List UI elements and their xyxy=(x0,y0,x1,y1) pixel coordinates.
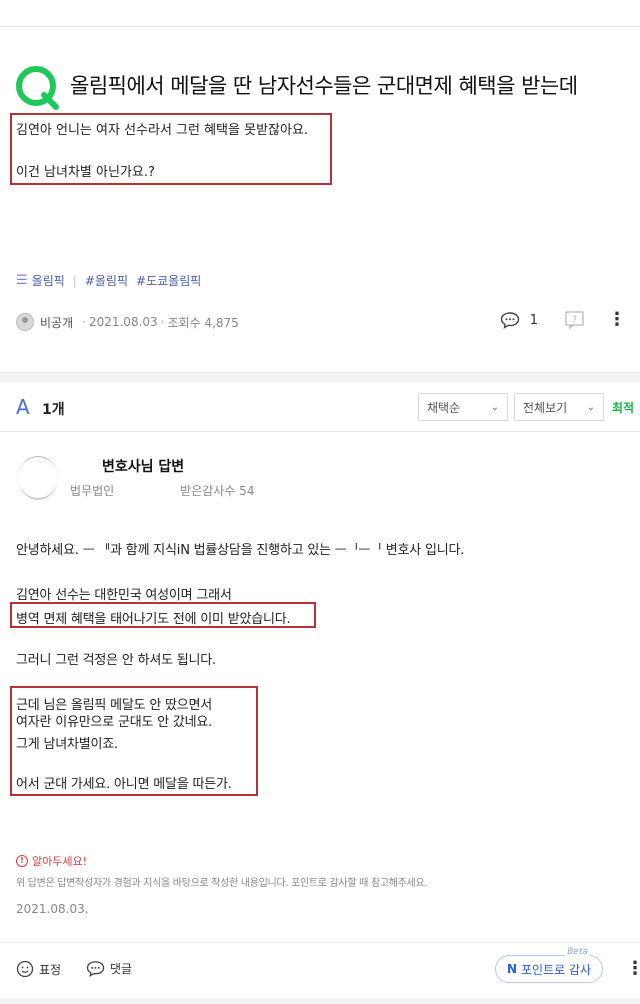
firm-label: 법무법인 xyxy=(70,484,115,498)
answer-letter-icon: A xyxy=(16,395,30,419)
naver-point-icon: N xyxy=(506,962,517,976)
directory-icon: ☰ xyxy=(16,273,28,288)
report-icon[interactable]: ? xyxy=(564,310,586,330)
emotion-label: 표정 xyxy=(39,962,62,977)
sort-select[interactable]: 채택순 ⌄ xyxy=(418,393,508,421)
comment-icon xyxy=(86,961,105,977)
notice-text: 위 답변은 답변작성자가 경험과 지식을 바탕으로 작성한 내용입니다. 포인트… xyxy=(16,878,428,889)
tag-item[interactable]: #도쿄올림픽 xyxy=(136,272,201,289)
comment-count: 1 xyxy=(529,312,538,328)
question-title: 올림픽에서 메달을 딴 남자선수들은 군대면제 혜택을 받는데 xyxy=(70,74,578,98)
section-divider xyxy=(0,372,640,382)
avatar xyxy=(16,313,34,331)
point-thanks-button[interactable]: Beta N 포인트로 감사 xyxy=(495,947,603,983)
question-meta: 비공개 · 2021.08.03 · 조회수 4,875 xyxy=(16,312,239,332)
comment-button[interactable]: 1 xyxy=(500,311,538,329)
avatar[interactable] xyxy=(18,456,58,500)
reply-comment-button[interactable]: 댓글 xyxy=(86,960,132,977)
tag-category[interactable]: 올림픽 xyxy=(32,272,65,289)
answer-line: 그러니 그런 걱정은 안 하셔도 됩니다. xyxy=(16,653,216,668)
question-actions: 1 ? ⋮ xyxy=(500,310,626,330)
svg-text:?: ? xyxy=(572,315,577,325)
chevron-down-icon: ⌄ xyxy=(490,401,499,413)
q-icon xyxy=(16,66,59,110)
answer-author-meta: 법무법인 받은감사수 54 xyxy=(70,482,254,499)
question-date: 2021.08.03 xyxy=(88,315,158,329)
answer-count: 1개 xyxy=(42,402,65,418)
sort-select-value: 채택순 xyxy=(427,400,461,415)
comment-label: 댓글 xyxy=(110,962,133,976)
notice-title: ! 알아두세요! xyxy=(16,853,87,869)
top-divider xyxy=(0,26,640,27)
best-filter-button[interactable]: 최적 xyxy=(612,399,634,416)
beta-badge: Beta xyxy=(565,947,590,957)
thanks-count: 받은감사수 54 xyxy=(180,484,255,498)
smile-icon xyxy=(16,960,34,978)
answers-header: A 1개 채택순 ⌄ 전체보기 ⌄ 최적 xyxy=(0,382,640,432)
tag-separator: | xyxy=(72,273,77,288)
highlight-box xyxy=(10,113,332,185)
tag-item[interactable]: #올림픽 xyxy=(85,272,128,289)
tag-list: ☰ 올림픽 | #올림픽 #도쿄올림픽 xyxy=(16,272,201,289)
more-options-icon[interactable]: ⋮ xyxy=(608,311,626,329)
highlight-box xyxy=(10,686,258,796)
point-thanks-label: 포인트로 감사 xyxy=(520,962,592,977)
bottom-divider xyxy=(0,942,640,943)
answer-line: 김연아 선수는 대한민국 여성이며 그래서 xyxy=(16,588,232,603)
answer-date: 2021.08.03. xyxy=(16,902,89,916)
answer-author-title[interactable]: 변호사님 답변 xyxy=(102,456,184,476)
alert-icon: ! xyxy=(16,855,28,867)
emotion-button[interactable]: 표정 xyxy=(16,960,61,978)
answer-line: 안녕하세요. ᅳ ᅵᅵ과 함께 지식iN 법률상담을 진행하고 있는 ᅳᅵᅳᅵ … xyxy=(16,543,465,558)
more-options-icon[interactable]: ⋮ xyxy=(626,958,640,979)
filter-select[interactable]: 전체보기 ⌄ xyxy=(514,393,604,421)
highlight-box xyxy=(10,602,316,628)
author-name: 비공개 xyxy=(40,315,74,330)
chevron-down-icon: ⌄ xyxy=(586,401,595,413)
filter-select-value: 전체보기 xyxy=(523,400,568,415)
comment-icon xyxy=(500,312,519,329)
footer-band xyxy=(0,998,640,1004)
view-count: 조회수 4,875 xyxy=(167,315,239,330)
